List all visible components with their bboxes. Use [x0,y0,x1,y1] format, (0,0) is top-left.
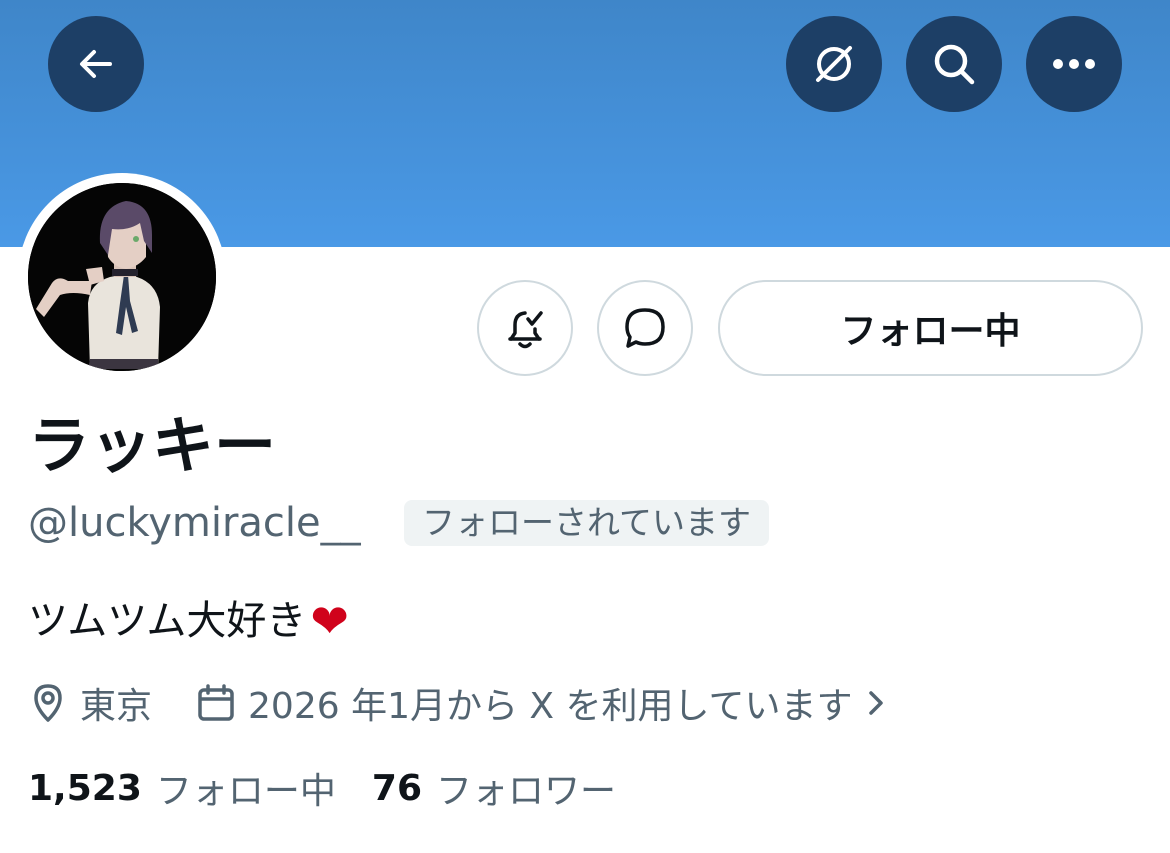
username-handle: @luckymiracle__ [28,500,361,546]
following-button[interactable]: フォロー中 [718,280,1143,376]
chevron-right-icon [869,691,884,715]
bio: ツムツム大好き ❤ [28,594,349,648]
bio-text: ツムツム大好き [28,598,307,644]
avatar[interactable] [28,183,216,371]
message-button[interactable] [597,280,693,376]
following-label[interactable]: フォロー中 [156,762,336,814]
heart-emoji: ❤ [310,594,349,648]
notification-bell-icon [508,311,543,349]
following-button-label: フォロー中 [840,311,1021,352]
following-count[interactable]: 1,523 [28,768,142,809]
display-name: ラッキー [28,409,277,482]
location-pin-icon [34,684,62,722]
followers-label[interactable]: フォロワー [436,762,616,814]
profile-page: フォロー中 ラッキー @luckymiracle__ フォローされています ツム… [0,0,1170,853]
followers-count[interactable]: 76 [372,768,422,809]
more-options-button[interactable] [1026,16,1122,112]
join-date[interactable]: 2026 年1月から X を利用しています [196,677,886,729]
avatar-image [28,183,216,371]
follow-stats: 1,523 フォロー中 76 フォロワー [28,762,616,814]
grok-icon [816,46,852,82]
grok-button[interactable] [786,16,882,112]
search-icon [934,44,975,85]
location-text: 東京 [80,686,153,727]
more-icon [1053,59,1095,69]
follows-you-badge: フォローされています [404,500,770,546]
calendar-icon [198,684,234,721]
notification-button[interactable] [477,280,573,376]
profile-meta: 東京 2026 年1月から X を利用しています [28,678,886,728]
search-button[interactable] [906,16,1002,112]
message-icon [625,308,665,348]
join-date-text: 2026 年1月から X を利用しています [248,686,853,727]
back-arrow-icon [80,50,112,78]
location: 東京 [28,677,152,729]
back-button[interactable] [48,16,144,112]
